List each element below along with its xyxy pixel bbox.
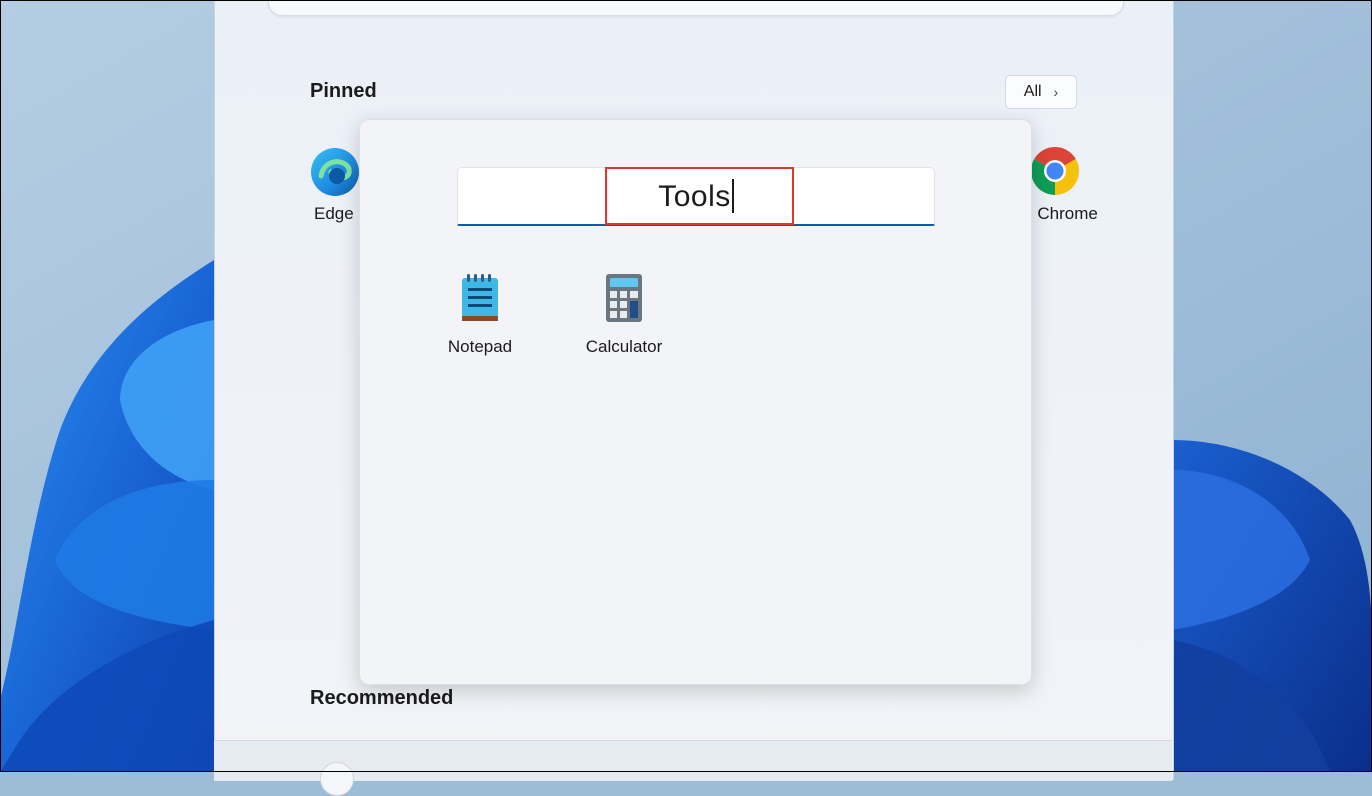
user-bar — [214, 740, 1172, 781]
edge-icon — [311, 148, 359, 196]
folder-app-calculator[interactable]: Calculator — [574, 272, 674, 357]
text-cursor — [731, 179, 734, 214]
folder-app-label: Notepad — [447, 337, 513, 356]
folder-app-label: Calculator — [585, 337, 663, 356]
folder-app-notepad[interactable]: Notepad — [430, 272, 530, 357]
pinned-heading: Pinned — [310, 80, 377, 102]
avatar[interactable] — [320, 762, 354, 796]
all-button-label: All — [1023, 83, 1042, 100]
folder-popup: Tools Notepad Calculator — [359, 119, 1032, 685]
chrome-icon — [1030, 147, 1080, 195]
calculator-icon — [606, 274, 642, 322]
folder-name-input[interactable]: Tools — [457, 167, 935, 226]
notepad-icon — [462, 274, 498, 321]
folder-name-text: Tools — [658, 180, 731, 213]
recommended-heading: Recommended — [310, 687, 454, 709]
start-search-box[interactable] — [268, 0, 1124, 16]
all-apps-button[interactable]: All › — [1005, 75, 1077, 109]
folder-name-value: Tools — [458, 179, 934, 214]
pinned-app-label: Edge — [314, 204, 354, 223]
chevron-right-icon: › — [1053, 84, 1059, 100]
